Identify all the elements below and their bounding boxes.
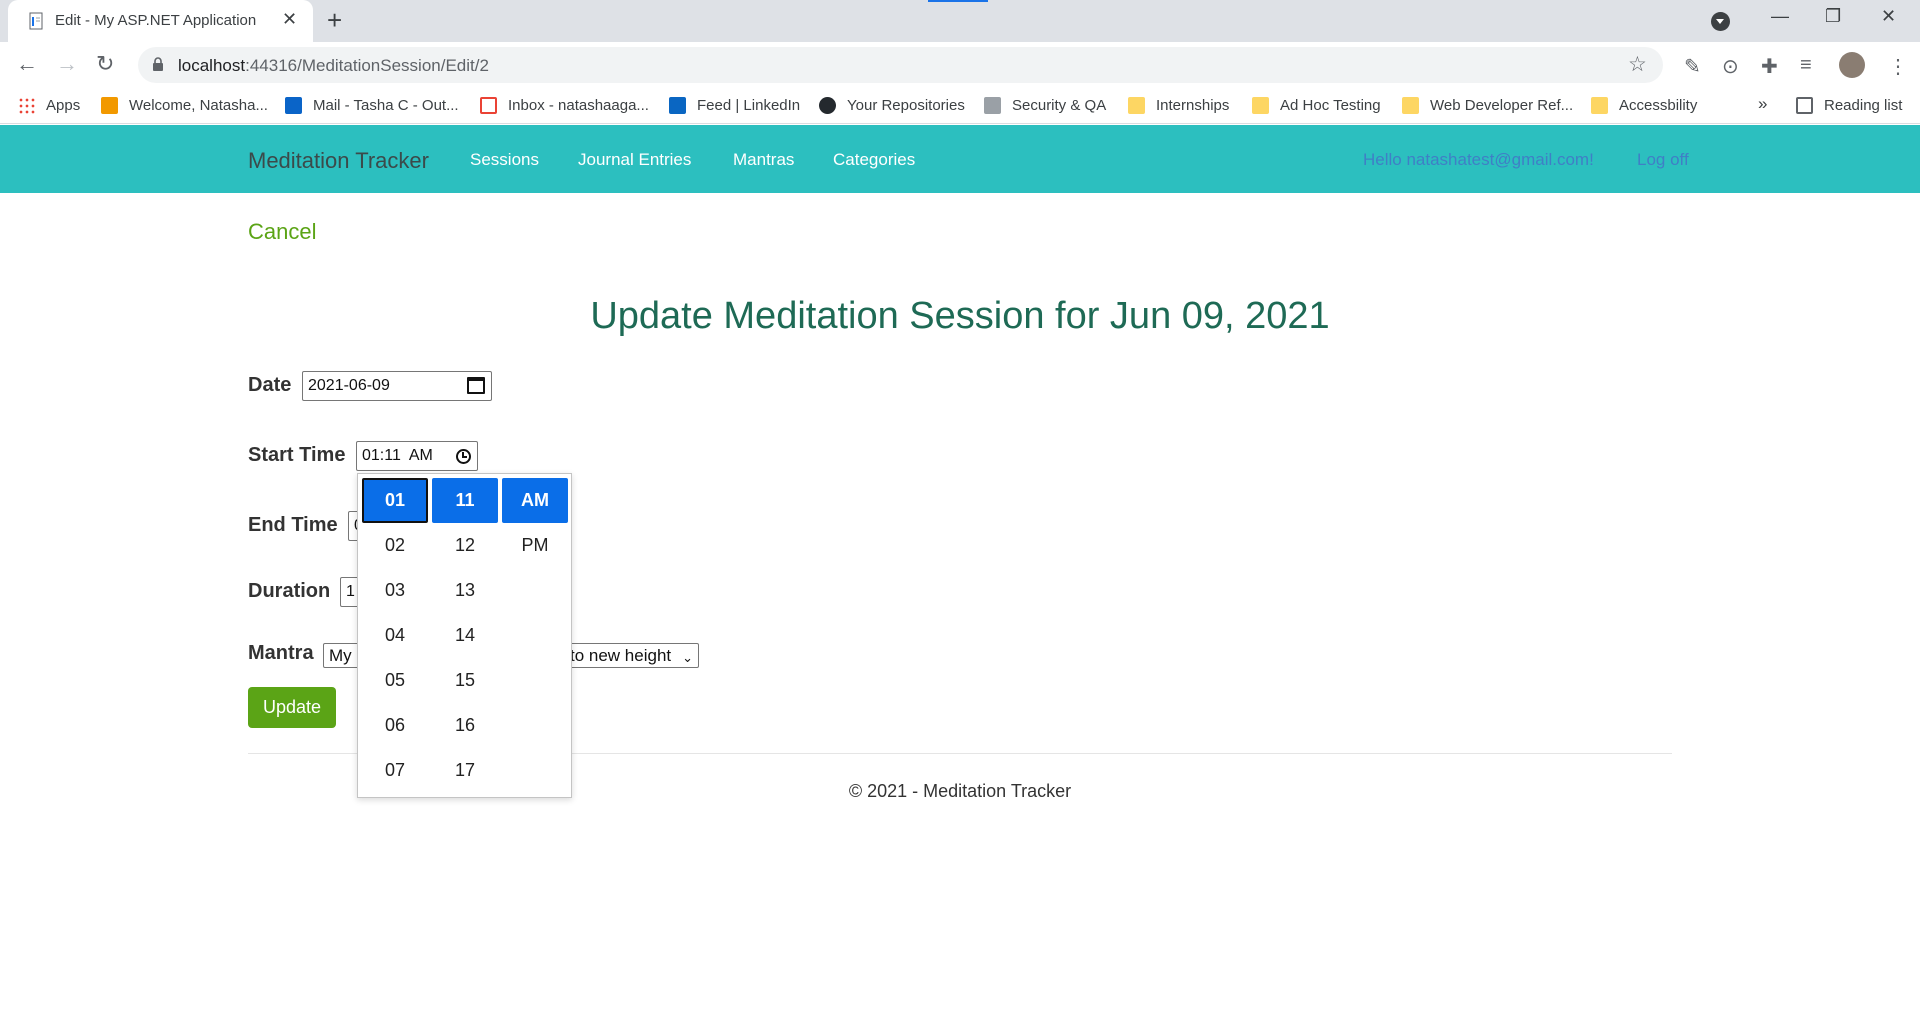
mantra-label: Mantra	[248, 642, 314, 664]
hour-option[interactable]: 07	[362, 748, 428, 793]
close-tab-icon[interactable]: ✕	[282, 9, 297, 30]
time-picker-popup: 01 02 03 04 05 06 07 11 12 13 14 15 16 1…	[357, 473, 572, 798]
folder-icon	[1402, 97, 1419, 114]
start-time-input[interactable]: 01:11 AM	[356, 441, 478, 471]
site-navbar: Meditation Tracker Sessions Journal Entr…	[0, 125, 1920, 193]
minute-option[interactable]: 12	[432, 523, 498, 568]
browser-tabstrip: Edit - My ASP.NET Application ✕ + — ❐ ✕	[0, 0, 1920, 42]
chevron-down-icon: ⌄	[682, 650, 693, 665]
extensions-puzzle-icon[interactable]: ✚	[1761, 54, 1778, 79]
minute-option[interactable]: 14	[432, 613, 498, 658]
bookmarks-bar: Apps Welcome, Natasha... Mail - Tasha C …	[0, 88, 1920, 124]
footer-text: © 2021 - Meditation Tracker	[848, 781, 1072, 801]
apps-grid-icon	[18, 97, 35, 114]
bookmark-star-icon[interactable]: ☆	[1628, 52, 1647, 77]
hour-option[interactable]: 06	[362, 703, 428, 748]
tab-indicator	[928, 0, 988, 2]
bookmark-item[interactable]: Welcome, Natasha...	[101, 97, 268, 114]
bookmark-item[interactable]: Inbox - natashaaga...	[480, 97, 649, 114]
address-bar[interactable]: localhost:44316/MeditationSession/Edit/2…	[138, 47, 1663, 83]
folder-icon	[1252, 97, 1269, 114]
outlook-icon	[285, 97, 302, 114]
hour-option[interactable]: 03	[362, 568, 428, 613]
url-text: localhost:44316/MeditationSession/Edit/2	[178, 56, 489, 75]
folder-icon	[1128, 97, 1145, 114]
reload-icon[interactable]: ↻	[96, 51, 114, 77]
tab-search-icon[interactable]	[1711, 12, 1730, 31]
tab-title: Edit - My ASP.NET Application	[55, 12, 257, 29]
nav-journal-entries[interactable]: Journal Entries	[578, 150, 691, 170]
hour-option[interactable]: 02	[362, 523, 428, 568]
bookmark-folder[interactable]: Web Developer Ref...	[1402, 97, 1573, 114]
calendar-icon[interactable]	[467, 377, 485, 394]
avatar[interactable]	[1839, 52, 1865, 78]
logoff-link[interactable]: Log off	[1637, 150, 1689, 170]
bookmark-item[interactable]: Your Repositories	[819, 97, 965, 114]
minute-option[interactable]: 11	[432, 478, 498, 523]
minute-option[interactable]: 13	[432, 568, 498, 613]
bookmark-folder[interactable]: Internships	[1128, 97, 1229, 114]
duration-label: Duration	[248, 580, 331, 602]
bookmark-item[interactable]: Feed | LinkedIn	[669, 97, 800, 114]
bookmark-item[interactable]: Security & QA	[984, 97, 1106, 114]
date-input[interactable]: 2021-06-09	[302, 371, 492, 401]
bookmark-apps[interactable]: Apps	[18, 97, 80, 114]
nav-mantras[interactable]: Mantras	[733, 150, 794, 170]
folder-icon	[1591, 97, 1608, 114]
hour-option[interactable]: 04	[362, 613, 428, 658]
update-button[interactable]: Update	[248, 687, 336, 728]
cancel-link[interactable]: Cancel	[248, 219, 316, 245]
pm-option[interactable]: PM	[502, 523, 568, 568]
minimize-icon[interactable]: —	[1771, 6, 1789, 27]
gmail-icon	[480, 97, 497, 114]
reading-list-icon	[1796, 97, 1813, 114]
date-label: Date	[248, 374, 292, 396]
hour-option[interactable]: 05	[362, 658, 428, 703]
reading-list-button[interactable]: Reading list	[1796, 97, 1902, 114]
hour-column[interactable]: 01 02 03 04 05 06 07	[362, 478, 428, 793]
security-icon	[984, 97, 1001, 114]
ampm-column[interactable]: AM PM	[502, 478, 568, 568]
extension-circle-icon[interactable]: ⊙	[1722, 54, 1739, 79]
nav-categories[interactable]: Categories	[833, 150, 915, 170]
back-icon[interactable]: ←	[16, 51, 38, 77]
end-time-label: End Time	[248, 514, 338, 536]
forward-icon[interactable]: →	[56, 51, 78, 77]
start-time-label: Start Time	[248, 444, 346, 466]
browser-toolbar: ← → ↻ localhost:44316/MeditationSession/…	[0, 42, 1920, 88]
pencil-icon	[101, 97, 118, 114]
minute-option[interactable]: 16	[432, 703, 498, 748]
close-window-icon[interactable]: ✕	[1881, 6, 1896, 27]
minute-column[interactable]: 11 12 13 14 15 16 17	[432, 478, 498, 793]
bookmark-folder[interactable]: Ad Hoc Testing	[1252, 97, 1381, 114]
bookmark-folder[interactable]: Accessbility	[1591, 97, 1697, 114]
page-title: Update Meditation Session for Jun 09, 20…	[590, 295, 1330, 337]
nav-sessions[interactable]: Sessions	[470, 150, 539, 170]
more-bookmarks-button[interactable]: »	[1758, 94, 1767, 114]
lock-icon	[153, 57, 163, 71]
minute-option[interactable]: 15	[432, 658, 498, 703]
hour-option[interactable]: 01	[362, 478, 428, 523]
user-greeting-link[interactable]: Hello natashatest@gmail.com!	[1363, 150, 1594, 170]
menu-kebab-icon[interactable]: ⋮	[1888, 54, 1908, 79]
restore-icon[interactable]: ❐	[1825, 6, 1841, 27]
brand-link[interactable]: Meditation Tracker	[248, 148, 429, 174]
github-icon	[819, 97, 836, 114]
am-option[interactable]: AM	[502, 478, 568, 523]
new-tab-button[interactable]: +	[327, 5, 342, 36]
clock-icon[interactable]	[456, 449, 471, 464]
bookmark-item[interactable]: Mail - Tasha C - Out...	[285, 97, 459, 114]
linkedin-icon	[669, 97, 686, 114]
document-icon	[29, 12, 43, 30]
media-queue-icon[interactable]: ≡	[1800, 54, 1812, 77]
minute-option[interactable]: 17	[432, 748, 498, 793]
extension-pen-icon[interactable]: ✎	[1684, 54, 1701, 79]
browser-tab[interactable]: Edit - My ASP.NET Application ✕	[8, 0, 313, 42]
